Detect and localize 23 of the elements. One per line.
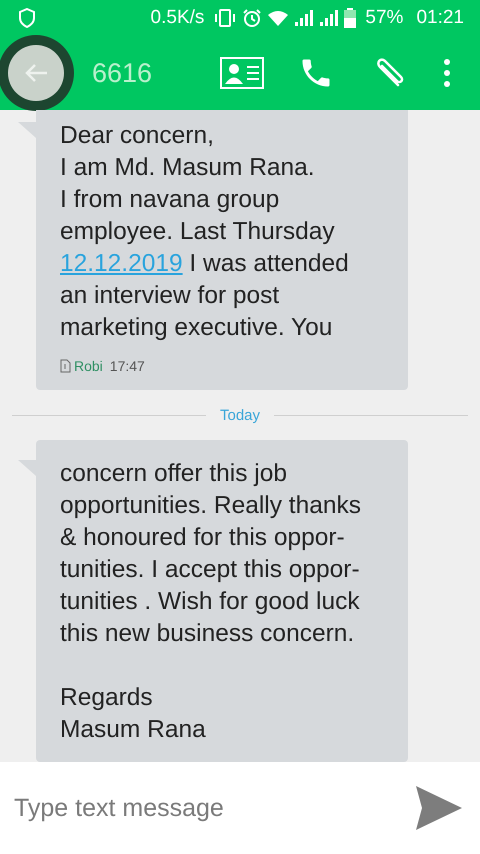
send-icon[interactable]	[416, 786, 462, 830]
message-time: 17:47	[110, 358, 145, 374]
date-link[interactable]: 12.12.2019	[60, 250, 183, 277]
contact-number: 6616	[92, 58, 152, 88]
message-text: Dear concern, I am Md. Masum Rana. I from navana group employee. Last Thursday 12.12.2019 I was attended an interview for post marketing executive. You	[60, 121, 350, 343]
date-divider: Today	[220, 406, 260, 424]
signal-icon	[294, 10, 314, 26]
signal-icon	[319, 10, 340, 26]
battery-icon	[344, 8, 356, 28]
battery-percent: 57%	[365, 7, 404, 29]
composer-bar[interactable]: Type text message	[0, 762, 480, 854]
more-options-icon[interactable]	[442, 58, 452, 88]
contact-card-icon[interactable]	[220, 57, 264, 89]
clock: 01:21	[416, 7, 464, 29]
message-text: concern offer this job opportunities. Really thanks & honoured for this oppor- tunities. I accept this oppor- tunities . Wish for good luck this new business concern. Regards Masum Rana	[60, 459, 362, 745]
alarm-icon	[242, 8, 262, 28]
vibrate-icon	[213, 9, 238, 27]
network-speed: 0.5K/s	[150, 7, 204, 29]
sim-name: Robi	[74, 358, 103, 374]
shield-icon	[18, 8, 36, 28]
wifi-icon	[267, 9, 290, 27]
message-input[interactable]: Type text message	[12, 792, 416, 824]
sim-card-icon	[60, 359, 71, 373]
